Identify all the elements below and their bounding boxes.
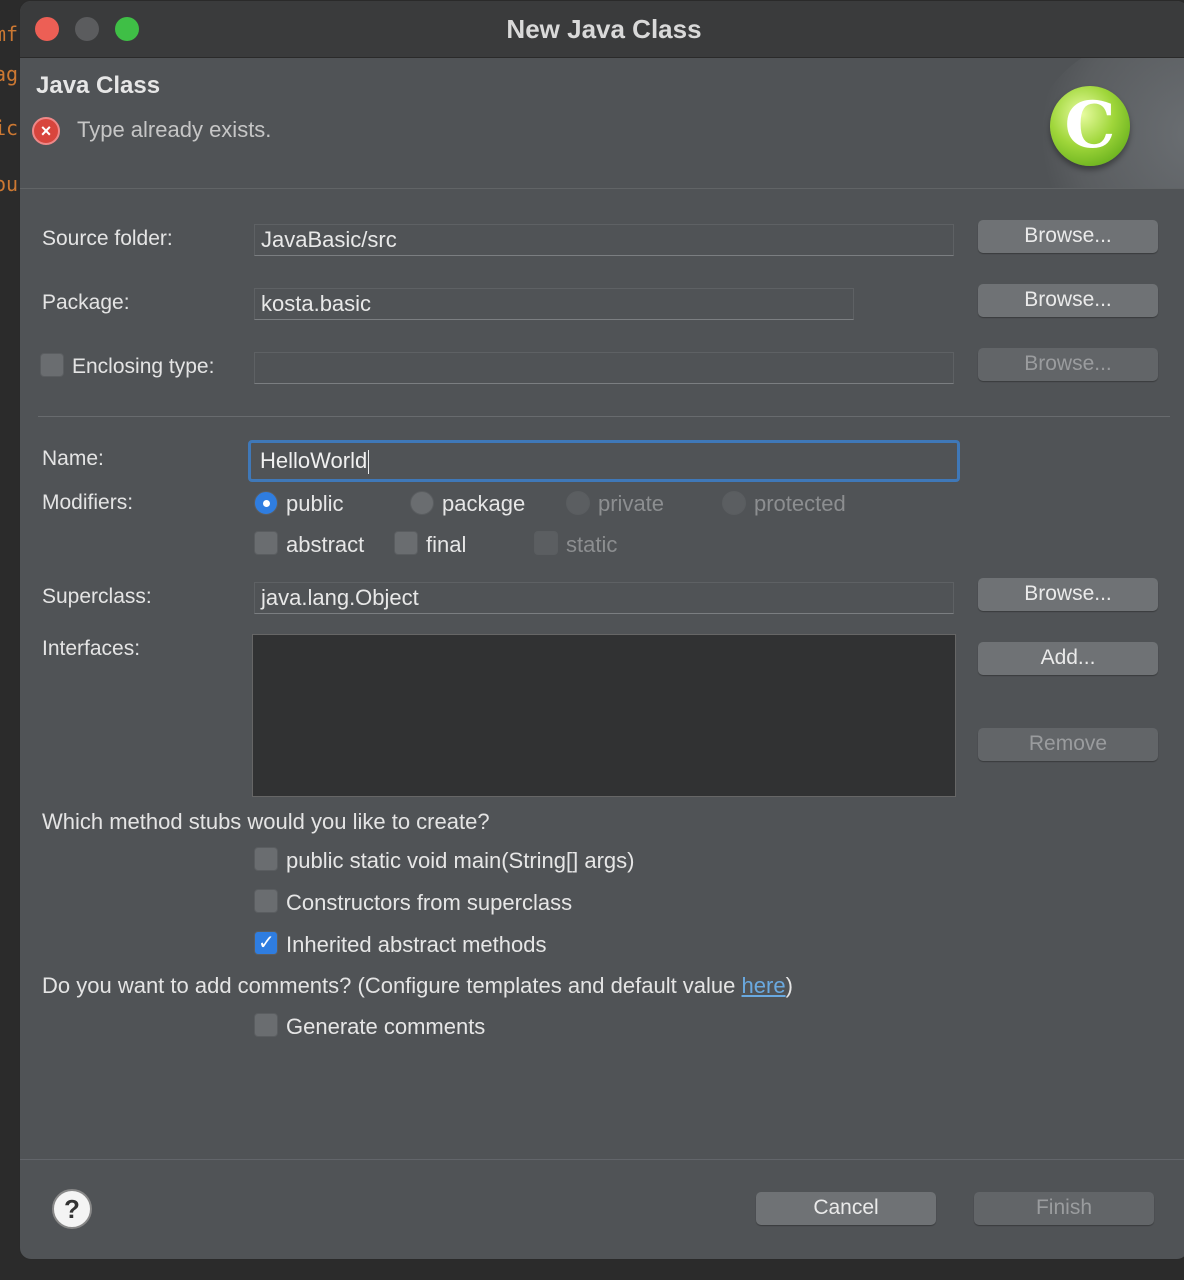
interfaces-list[interactable] <box>252 634 956 797</box>
editor-fragment: ou <box>0 172 19 196</box>
modifier-static-checkbox[interactable] <box>534 531 558 555</box>
package-field[interactable]: kosta.basic <box>254 288 854 320</box>
enclosing-type-label: Enclosing type: <box>72 355 215 378</box>
source-folder-browse-button[interactable]: Browse... <box>978 220 1158 253</box>
text-cursor <box>368 450 370 475</box>
help-question-icon[interactable]: ? <box>52 1189 92 1229</box>
cancel-button[interactable]: Cancel <box>756 1192 936 1225</box>
stub-inherited-checkbox[interactable] <box>254 930 278 955</box>
name-field[interactable]: HelloWorld <box>248 440 960 482</box>
background-editor-strip: mf ag ic ou <box>0 0 20 1280</box>
comments-question-suffix: ) <box>785 973 793 998</box>
finish-button[interactable]: Finish <box>974 1192 1154 1225</box>
editor-fragment: ic <box>0 116 19 140</box>
enclosing-type-checkbox[interactable] <box>40 353 64 377</box>
package-browse-button[interactable]: Browse... <box>978 284 1158 317</box>
name-label: Name: <box>42 447 104 470</box>
generate-comments-checkbox[interactable] <box>254 1013 278 1037</box>
name-value: HelloWorld <box>260 448 368 473</box>
modifier-package-label: package <box>442 491 526 516</box>
stub-constructors-checkbox[interactable] <box>254 889 278 913</box>
add-interface-button[interactable]: Add... <box>978 642 1158 675</box>
interfaces-label: Interfaces: <box>42 637 141 660</box>
footer-divider <box>20 1159 1184 1160</box>
modifier-static-label: static <box>566 532 618 557</box>
modifier-protected-radio[interactable] <box>722 491 746 515</box>
modifier-private-label: private <box>598 491 665 516</box>
package-label: Package: <box>42 291 130 314</box>
modifier-final-label: final <box>426 532 467 557</box>
modifier-abstract-label: abstract <box>286 532 365 557</box>
stub-inherited-label: Inherited abstract methods <box>286 932 547 957</box>
enclosing-type-browse-button[interactable]: Browse... <box>978 348 1158 381</box>
configure-templates-link[interactable]: here <box>742 973 786 998</box>
title-bar: New Java Class <box>20 1 1184 58</box>
stub-constructors-label: Constructors from superclass <box>286 890 573 915</box>
wizard-header: Java Class × Type already exists. C <box>20 58 1184 189</box>
enclosing-type-field[interactable] <box>254 352 954 384</box>
error-message: Type already exists. <box>77 117 272 142</box>
source-folder-label: Source folder: <box>42 227 173 250</box>
editor-fragment: ag <box>0 62 19 86</box>
editor-fragment: mf <box>0 22 19 46</box>
modifier-final-checkbox[interactable] <box>394 531 418 555</box>
remove-interface-button[interactable]: Remove <box>978 728 1158 761</box>
superclass-browse-button[interactable]: Browse... <box>978 578 1158 611</box>
method-stubs-question: Which method stubs would you like to cre… <box>42 809 490 834</box>
stub-main-label: public static void main(String[] args) <box>286 848 635 873</box>
superclass-field[interactable]: java.lang.Object <box>254 582 954 614</box>
modifiers-label: Modifiers: <box>42 491 134 514</box>
comments-question: Do you want to add comments? (Configure … <box>42 973 793 999</box>
page-title: Java Class <box>36 72 161 99</box>
source-folder-field[interactable]: JavaBasic/src <box>254 224 954 256</box>
modifier-public-label: public <box>286 491 344 516</box>
window-title: New Java Class <box>506 14 702 44</box>
modifier-public-radio[interactable] <box>254 491 278 515</box>
comments-question-text: Do you want to add comments? (Configure … <box>42 973 742 998</box>
modifier-protected-label: protected <box>754 491 846 516</box>
modifier-abstract-checkbox[interactable] <box>254 531 278 555</box>
error-x-icon: × <box>32 117 60 145</box>
java-class-c-icon: C <box>1050 86 1130 166</box>
divider <box>38 416 1170 417</box>
superclass-label: Superclass: <box>42 585 152 608</box>
modifier-package-radio[interactable] <box>410 491 434 515</box>
generate-comments-label: Generate comments <box>286 1014 486 1039</box>
new-java-class-dialog: New Java Class Java Class × Type already… <box>19 0 1184 1260</box>
stub-main-checkbox[interactable] <box>254 847 278 871</box>
modifier-private-radio[interactable] <box>566 491 590 515</box>
